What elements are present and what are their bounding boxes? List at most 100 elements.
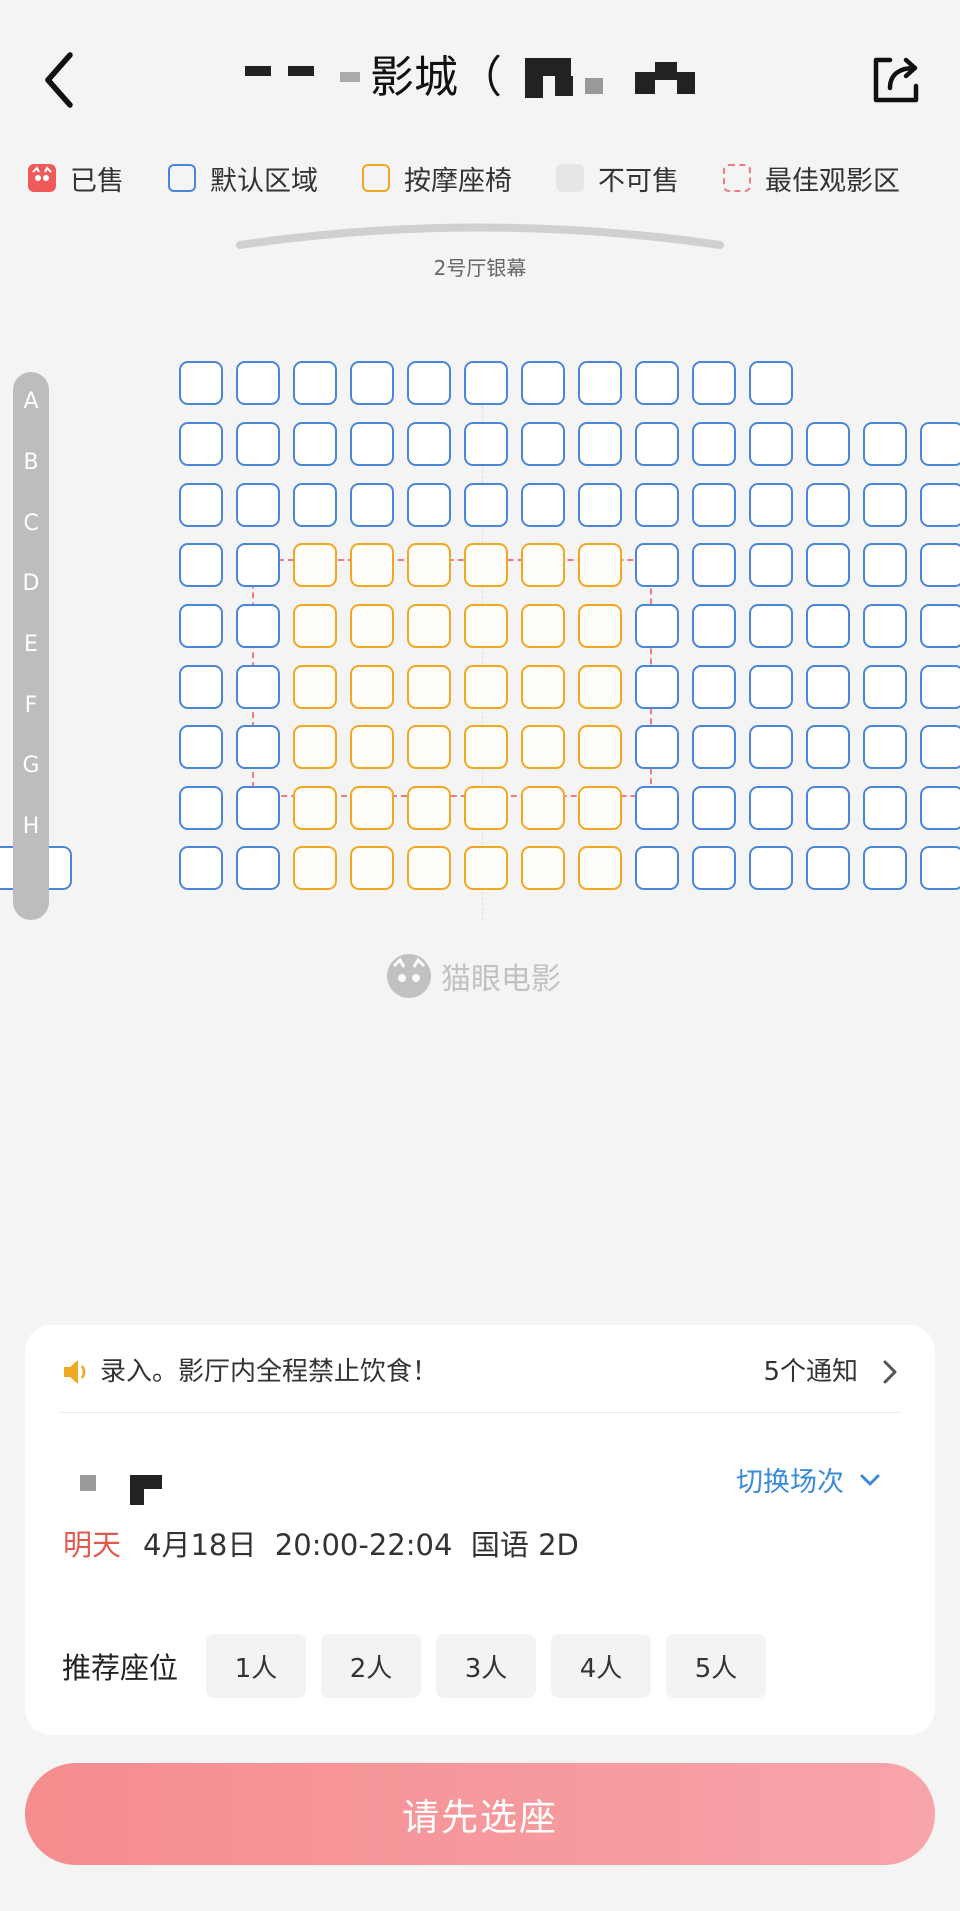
- massage-seat[interactable]: [521, 725, 565, 769]
- massage-seat[interactable]: [578, 543, 622, 587]
- standard-seat[interactable]: [236, 725, 280, 769]
- massage-seat[interactable]: [350, 665, 394, 709]
- standard-seat[interactable]: [236, 604, 280, 648]
- standard-seat[interactable]: [635, 361, 679, 405]
- standard-seat[interactable]: [920, 543, 960, 587]
- standard-seat[interactable]: [806, 665, 850, 709]
- standard-seat[interactable]: [806, 725, 850, 769]
- standard-seat[interactable]: [179, 361, 223, 405]
- standard-seat[interactable]: [293, 361, 337, 405]
- massage-seat[interactable]: [578, 604, 622, 648]
- standard-seat[interactable]: [236, 422, 280, 466]
- standard-seat[interactable]: [749, 786, 793, 830]
- massage-seat[interactable]: [521, 786, 565, 830]
- massage-seat[interactable]: [521, 543, 565, 587]
- massage-seat[interactable]: [407, 786, 451, 830]
- massage-seat[interactable]: [521, 665, 565, 709]
- standard-seat[interactable]: [749, 483, 793, 527]
- standard-seat[interactable]: [806, 786, 850, 830]
- standard-seat[interactable]: [179, 483, 223, 527]
- standard-seat[interactable]: [578, 483, 622, 527]
- standard-seat[interactable]: [464, 483, 508, 527]
- massage-seat[interactable]: [407, 846, 451, 890]
- standard-seat[interactable]: [521, 483, 565, 527]
- standard-seat[interactable]: [920, 786, 960, 830]
- massage-seat[interactable]: [350, 786, 394, 830]
- standard-seat[interactable]: [920, 422, 960, 466]
- massage-seat[interactable]: [293, 786, 337, 830]
- standard-seat[interactable]: [407, 361, 451, 405]
- recommend-4-person-button[interactable]: 4人: [551, 1634, 652, 1698]
- standard-seat[interactable]: [293, 483, 337, 527]
- standard-seat[interactable]: [863, 422, 907, 466]
- massage-seat[interactable]: [293, 846, 337, 890]
- standard-seat[interactable]: [236, 786, 280, 830]
- standard-seat[interactable]: [692, 422, 736, 466]
- standard-seat[interactable]: [749, 665, 793, 709]
- standard-seat[interactable]: [692, 604, 736, 648]
- standard-seat[interactable]: [749, 422, 793, 466]
- standard-seat[interactable]: [692, 786, 736, 830]
- standard-seat[interactable]: [635, 786, 679, 830]
- standard-seat[interactable]: [464, 422, 508, 466]
- standard-seat[interactable]: [407, 483, 451, 527]
- standard-seat[interactable]: [920, 604, 960, 648]
- standard-seat[interactable]: [635, 483, 679, 527]
- standard-seat[interactable]: [749, 604, 793, 648]
- massage-seat[interactable]: [464, 604, 508, 648]
- standard-seat[interactable]: [521, 422, 565, 466]
- standard-seat[interactable]: [635, 543, 679, 587]
- massage-seat[interactable]: [293, 725, 337, 769]
- standard-seat[interactable]: [635, 665, 679, 709]
- standard-seat[interactable]: [521, 361, 565, 405]
- standard-seat[interactable]: [236, 665, 280, 709]
- standard-seat[interactable]: [179, 846, 223, 890]
- massage-seat[interactable]: [578, 725, 622, 769]
- standard-seat[interactable]: [179, 725, 223, 769]
- standard-seat[interactable]: [749, 361, 793, 405]
- standard-seat[interactable]: [749, 846, 793, 890]
- massage-seat[interactable]: [350, 604, 394, 648]
- massage-seat[interactable]: [464, 543, 508, 587]
- standard-seat[interactable]: [236, 361, 280, 405]
- massage-seat[interactable]: [521, 846, 565, 890]
- massage-seat[interactable]: [407, 543, 451, 587]
- massage-seat[interactable]: [464, 786, 508, 830]
- standard-seat[interactable]: [749, 725, 793, 769]
- standard-seat[interactable]: [236, 543, 280, 587]
- standard-seat[interactable]: [863, 483, 907, 527]
- standard-seat[interactable]: [635, 422, 679, 466]
- massage-seat[interactable]: [350, 846, 394, 890]
- standard-seat[interactable]: [863, 846, 907, 890]
- standard-seat[interactable]: [692, 846, 736, 890]
- massage-seat[interactable]: [293, 665, 337, 709]
- standard-seat[interactable]: [692, 483, 736, 527]
- massage-seat[interactable]: [578, 846, 622, 890]
- standard-seat[interactable]: [350, 361, 394, 405]
- notice-bar[interactable]: 录入。影厅内全程禁止饮食！ 5个通知: [60, 1352, 900, 1392]
- standard-seat[interactable]: [692, 725, 736, 769]
- standard-seat[interactable]: [863, 786, 907, 830]
- standard-seat[interactable]: [179, 543, 223, 587]
- massage-seat[interactable]: [464, 725, 508, 769]
- switch-showtime-button[interactable]: 切换场次: [736, 1460, 882, 1499]
- standard-seat[interactable]: [920, 665, 960, 709]
- standard-seat[interactable]: [350, 422, 394, 466]
- massage-seat[interactable]: [293, 543, 337, 587]
- standard-seat[interactable]: [179, 604, 223, 648]
- standard-seat[interactable]: [464, 361, 508, 405]
- standard-seat[interactable]: [692, 665, 736, 709]
- standard-seat[interactable]: [635, 604, 679, 648]
- standard-seat[interactable]: [863, 604, 907, 648]
- massage-seat[interactable]: [521, 604, 565, 648]
- massage-seat[interactable]: [350, 725, 394, 769]
- standard-seat[interactable]: [863, 543, 907, 587]
- standard-seat[interactable]: [806, 422, 850, 466]
- standard-seat[interactable]: [407, 422, 451, 466]
- standard-seat[interactable]: [179, 786, 223, 830]
- standard-seat[interactable]: [578, 422, 622, 466]
- standard-seat[interactable]: [179, 665, 223, 709]
- massage-seat[interactable]: [578, 665, 622, 709]
- standard-seat[interactable]: [236, 846, 280, 890]
- standard-seat[interactable]: [578, 361, 622, 405]
